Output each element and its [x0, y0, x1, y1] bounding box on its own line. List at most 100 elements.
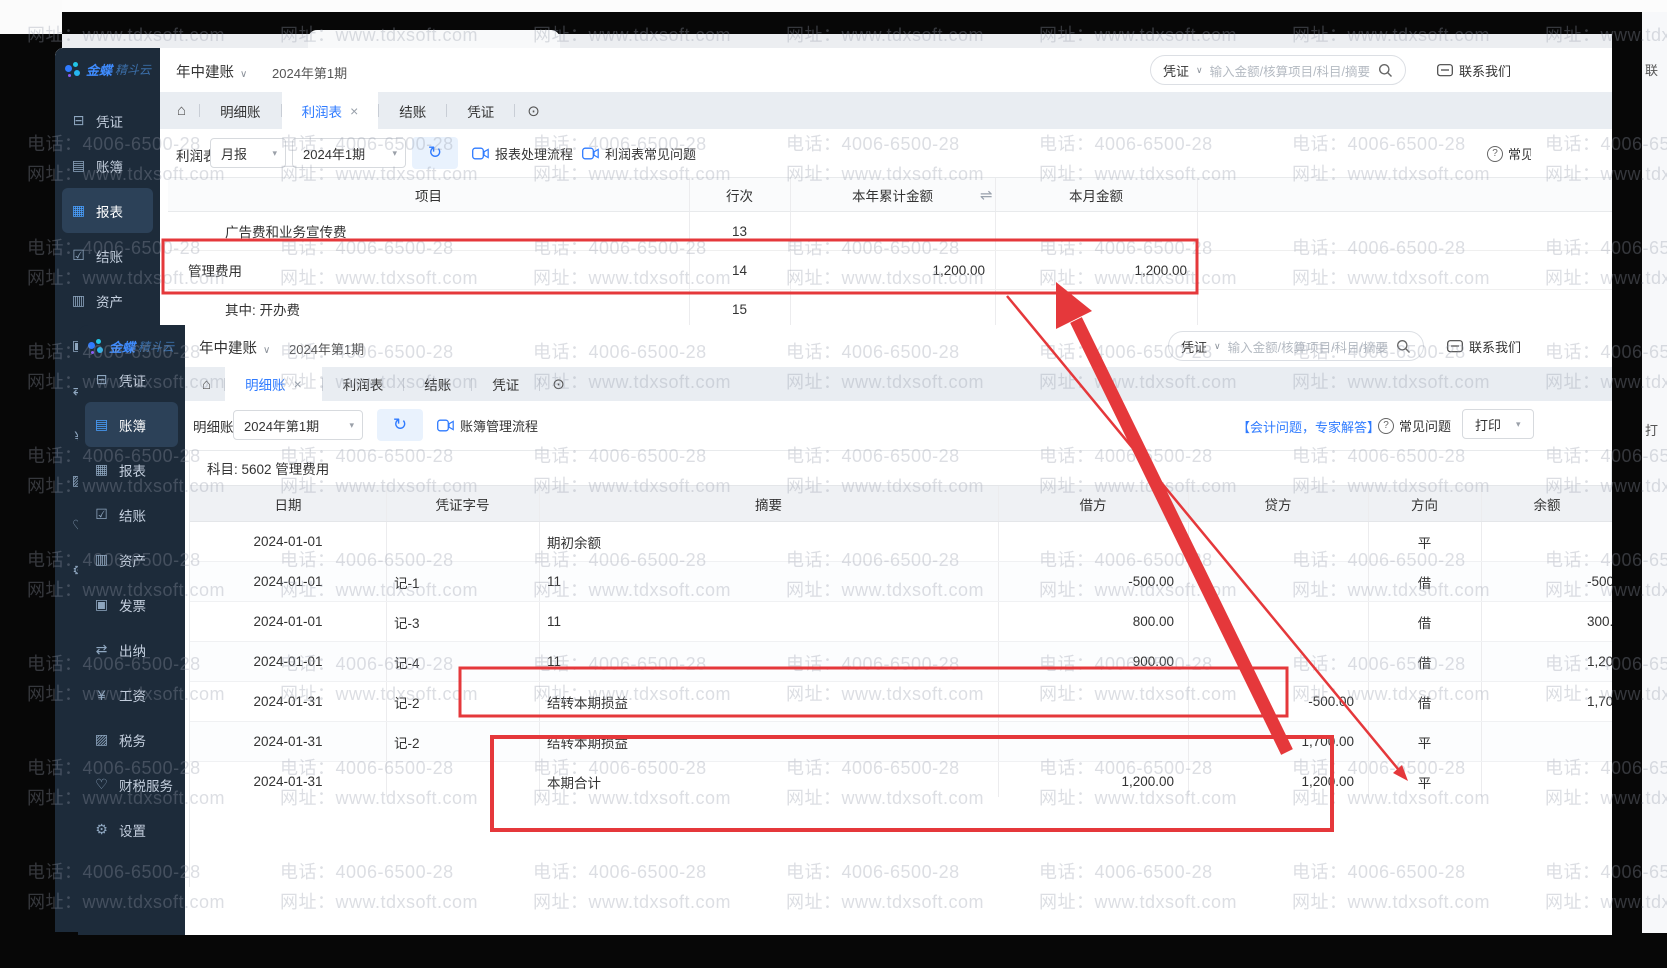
sidebar-item-closing[interactable]: ☑结账	[78, 492, 185, 537]
column-divider	[790, 251, 791, 289]
column-divider	[998, 722, 999, 761]
chevron-down-icon: ▾	[349, 420, 354, 431]
account-set-dropdown[interactable]: 年中建账∨	[176, 61, 247, 82]
report-row[interactable]: 广告费和业务宣传费13	[168, 212, 1612, 251]
tab-bar: ⌂ 明细账利润表× 结账 凭证 ⊙	[160, 92, 1612, 129]
sidebar-item-report[interactable]: ▦报表	[62, 188, 153, 233]
sidebar-item-report[interactable]: ▦报表	[78, 447, 185, 492]
tab-label: 凭证	[492, 374, 519, 394]
tab-overflow-icon[interactable]: ⊙	[552, 375, 565, 393]
global-search[interactable]: 凭证 ∨ 输入金额/核算项目/科目/摘要	[1150, 55, 1406, 85]
tab-利润表[interactable]: 利润表×	[282, 92, 379, 129]
account-title: 科目: 5602 管理费用	[189, 450, 1612, 485]
ledger-row[interactable]: 2024-01-31本期合计1,200.001,200.00平	[190, 762, 1612, 802]
report-row[interactable]: 其中: 开办费15	[168, 290, 1612, 329]
sidebar-item-closing[interactable]: ☑结账	[55, 233, 160, 278]
sidebar-item-asset[interactable]: ▥资产	[78, 537, 185, 582]
ledger-row[interactable]: 2024-01-31记-2结转本期损益-500.00借1,700.00	[190, 682, 1612, 722]
home-icon[interactable]: ⌂	[202, 376, 211, 393]
column-divider	[1188, 762, 1189, 801]
report-period-select[interactable]: 2024年1期▾	[292, 138, 406, 168]
sidebar-item-payroll[interactable]: ¥工资	[78, 672, 185, 717]
tab-明细账[interactable]: 明细账×	[225, 367, 322, 401]
tab-结账[interactable]: 结账	[379, 92, 446, 129]
cell-credit: 1,200.00	[1188, 762, 1368, 801]
search-icon	[1378, 63, 1393, 78]
search-icon	[1396, 339, 1411, 354]
sidebar-item-ledger[interactable]: ▤账簿	[85, 402, 178, 447]
voucher-icon: ⊟	[93, 371, 110, 388]
report-row[interactable]: 管理费用141,200.001,200.00	[168, 251, 1612, 290]
sidebar-item-label: 结账	[119, 505, 146, 525]
search-input[interactable]: 输入金额/核算项目/科目/摘要	[1210, 61, 1371, 80]
sidebar-item-asset[interactable]: ▥资产	[55, 278, 160, 323]
sidebar-item-tax[interactable]: ▨税务	[78, 717, 185, 762]
swap-columns-icon[interactable]: ⇌	[980, 178, 993, 211]
column-header-item: 项目	[168, 178, 689, 211]
account-set-dropdown[interactable]: 年中建账∨	[199, 337, 270, 358]
contact-us-button[interactable]: 联系我们	[1447, 337, 1521, 356]
search-scope-dropdown[interactable]: 凭证	[1163, 61, 1189, 80]
tab-close-icon[interactable]: ×	[294, 376, 302, 392]
cell-summary: 结转本期损益	[539, 722, 998, 761]
sidebar-item-invoice[interactable]: ▣发票	[78, 582, 185, 627]
tab-结账[interactable]: 结账	[404, 367, 471, 401]
tab-凭证[interactable]: 凭证	[472, 367, 539, 401]
home-icon[interactable]: ⌂	[177, 102, 186, 119]
cell-item: 管理费用	[168, 251, 689, 289]
ledger-row[interactable]: 2024-01-31记-2结转本期损益1,700.00平	[190, 722, 1612, 762]
refresh-button[interactable]: ↻	[377, 409, 423, 441]
ledger-row[interactable]: 2024-01-01记-311800.00借300.00	[190, 602, 1612, 642]
contact-us-label: 联系我们	[1459, 61, 1511, 80]
cell-ytd	[790, 290, 995, 328]
column-divider	[539, 522, 540, 561]
cell-credit	[1188, 602, 1368, 641]
report-frequency-select[interactable]: 月报▾	[210, 138, 286, 168]
sidebar-item-voucher[interactable]: ⊟凭证	[55, 98, 160, 143]
cell-balance: -500.00	[1481, 562, 1612, 601]
column-divider	[1197, 212, 1198, 250]
print-button[interactable]: 打印▾	[1462, 409, 1534, 439]
expert-qa-link[interactable]: 【会计问题，专家解答】	[1237, 417, 1380, 436]
refresh-button[interactable]: ↻	[412, 137, 458, 169]
cell-voucher	[386, 762, 539, 801]
global-search[interactable]: 凭证 ∨ 输入金额/核算项目/科目/摘要	[1168, 331, 1424, 361]
ledger-row[interactable]: 2024-01-01记-411900.00借1,200.00	[190, 642, 1612, 682]
contact-us-button[interactable]: 联系我们	[1437, 61, 1511, 80]
sidebar-item-ledger[interactable]: ▤账簿	[55, 143, 160, 188]
column-divider	[1481, 562, 1482, 601]
search-input[interactable]: 输入金额/核算项目/科目/摘要	[1228, 337, 1389, 356]
sidebar-item-settings[interactable]: ⚙设置	[78, 807, 185, 852]
chevron-down-icon: ∨	[1196, 65, 1203, 76]
column-divider	[790, 212, 791, 250]
report-faq-video-link[interactable]: 利润表常见问题	[582, 144, 696, 163]
message-icon	[1447, 340, 1463, 354]
tab-凭证[interactable]: 凭证	[447, 92, 514, 129]
logo-dots-icon	[88, 339, 104, 355]
column-divider	[386, 602, 387, 641]
ledger-row[interactable]: 2024-01-01期初余额平	[190, 522, 1612, 562]
sidebar-item-finance-service[interactable]: ♡财税服务	[78, 762, 185, 807]
ledger-period-select[interactable]: 2024年第1期▾	[233, 410, 363, 440]
ledger-flow-video-link[interactable]: 账簿管理流程	[437, 416, 538, 435]
column-divider	[998, 642, 999, 681]
column-divider	[998, 562, 999, 601]
tab-明细账[interactable]: 明细账	[200, 92, 281, 129]
column-divider	[1188, 486, 1189, 521]
faq-button[interactable]: ? 常见问题	[1378, 416, 1451, 435]
tab-label: 结账	[399, 101, 426, 121]
column-divider	[539, 762, 540, 801]
tab-close-icon[interactable]: ×	[350, 103, 358, 119]
sidebar-item-label: 报表	[96, 201, 123, 221]
cell-summary: 11	[539, 562, 998, 601]
tab-利润表[interactable]: 利润表	[323, 367, 404, 401]
report-flow-video-link[interactable]: 报表处理流程	[472, 144, 573, 163]
ledger-row[interactable]: 2024-01-01记-111-500.00借-500.00	[190, 562, 1612, 602]
tab-overflow-icon[interactable]: ⊙	[527, 102, 540, 120]
settings-icon: ⚙	[93, 821, 110, 838]
chevron-down-icon: ▾	[392, 148, 397, 159]
sidebar-item-cashier[interactable]: ⇄出纳	[78, 627, 185, 672]
sidebar-item-voucher[interactable]: ⊟凭证	[78, 357, 185, 402]
search-scope-dropdown[interactable]: 凭证	[1181, 337, 1207, 356]
faq-button[interactable]: ? 常见问题	[1487, 144, 1531, 163]
